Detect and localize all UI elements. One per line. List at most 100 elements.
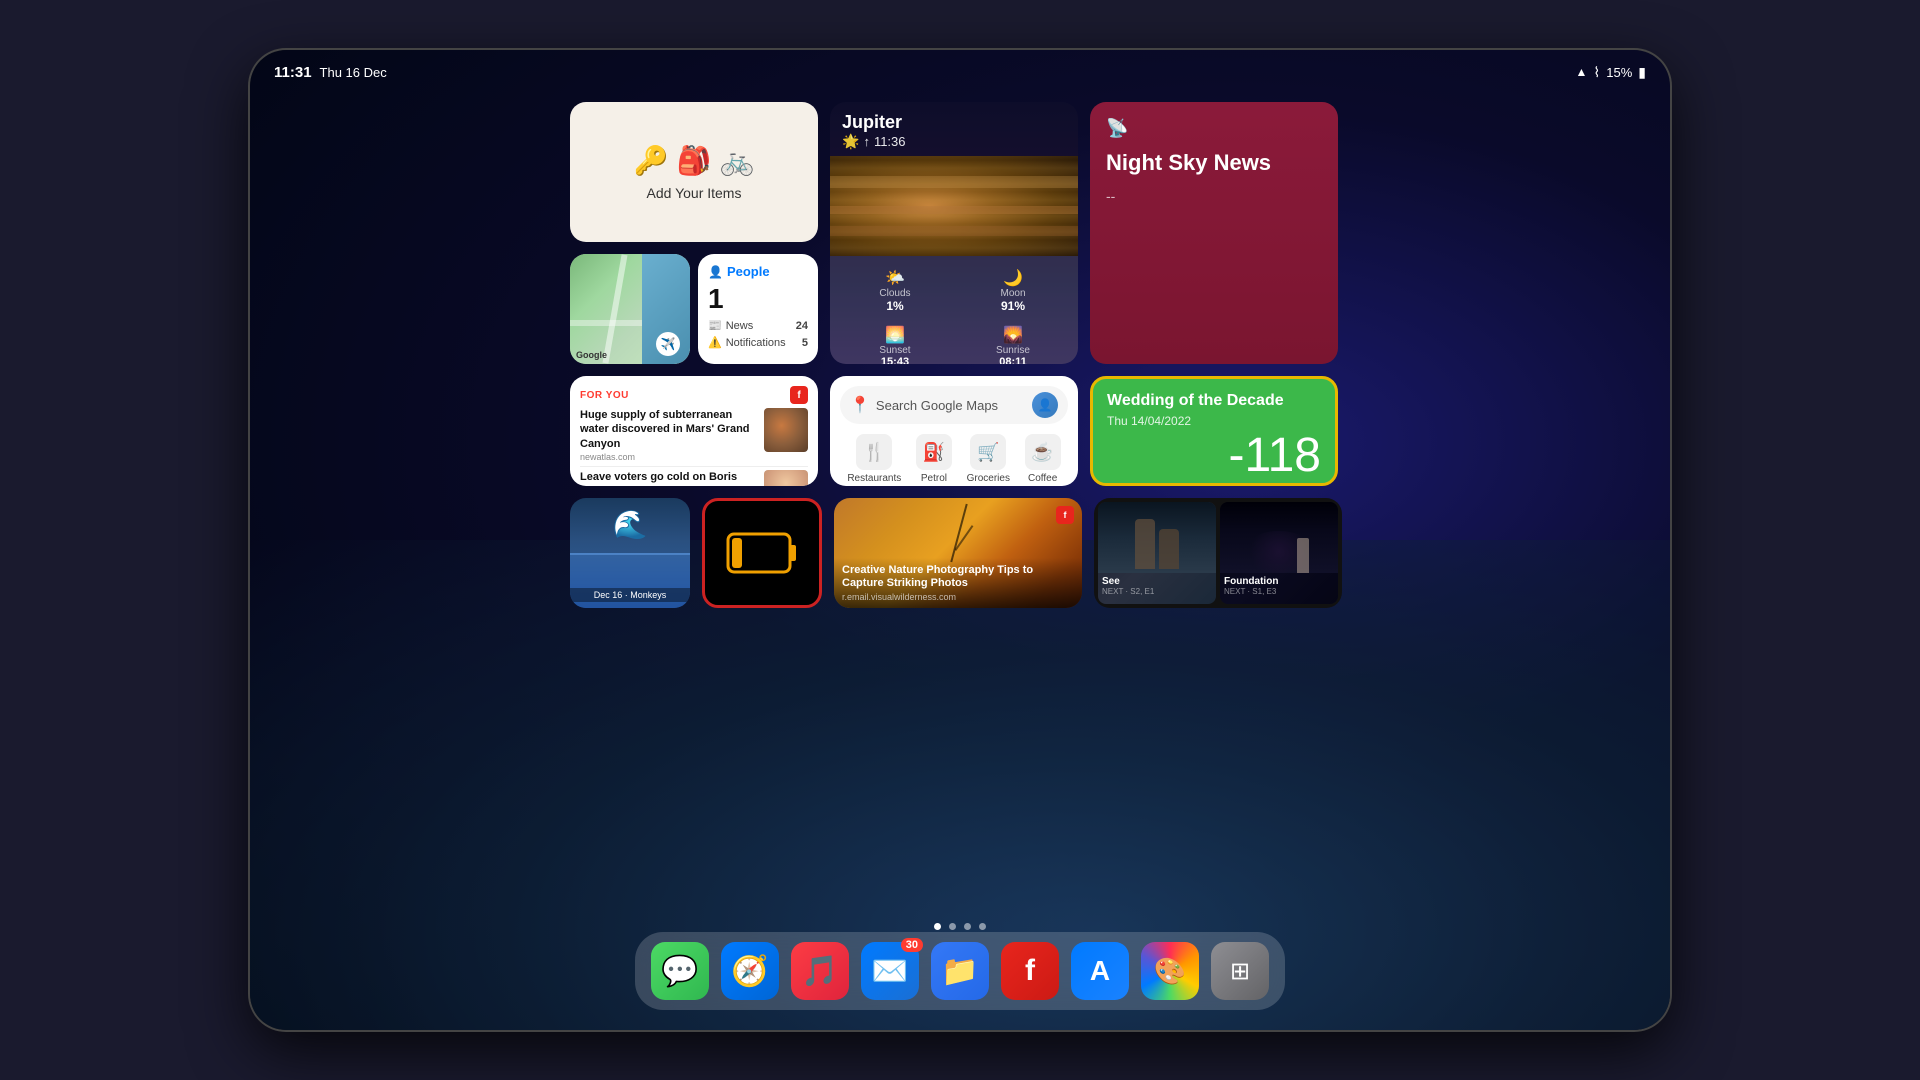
see-show-title: See [1102,576,1212,587]
widget-jupiter-weather[interactable]: Jupiter 🌟 ↑ 11:36 [830,102,1078,364]
jupiter-time-row: 🌟 ↑ 11:36 [842,133,1066,150]
sunrise-icon: 🌄 [960,325,1066,345]
page-dot-3 [964,923,971,930]
page-dot-1 [934,923,941,930]
see-show-next: NEXT · S2, E1 [1102,587,1212,596]
foundation-show-info: Foundation NEXT · S1, E3 [1220,573,1338,599]
jupiter-header: Jupiter 🌟 ↑ 11:36 [830,102,1078,156]
see-figure-1 [1135,519,1155,569]
photo-overlay: Creative Nature Photography Tips to Capt… [834,558,1082,608]
news-article-2-title: Leave voters go cold on Boris Johnson's … [580,470,758,486]
row-1: 🔑 🎒 🚲 Add Your Items [570,102,1350,364]
people-notif-item: ⚠️ Notifications 5 [708,336,808,349]
maps-cat-petrol[interactable]: ⛽ Petrol [916,434,952,484]
news-article-1: Huge supply of subterranean water discov… [580,408,808,462]
people-news-item: 📰 News 24 [708,319,808,332]
content-area: 🔑 🎒 🚲 Add Your Items [250,102,1670,608]
dock-app-appstore[interactable]: A [1071,942,1129,1000]
people-notif-label: Notifications [726,337,786,349]
moon-icon: 🌙 [960,268,1066,288]
dock-app-screensnap[interactable]: ⊞ [1211,942,1269,1000]
reminder-splash: 🌊 [570,508,690,541]
maps-search-bar[interactable]: 📍 Search Google Maps 👤 [840,386,1068,424]
dock-app-messages[interactable]: 💬 [651,942,709,1000]
screensnap-icon: ⊞ [1230,957,1250,986]
widget-people[interactable]: 👤 People 1 📰 News 24 [698,254,818,364]
status-date: Thu 16 Dec [320,65,387,80]
col-1: 🔑 🎒 🚲 Add Your Items [570,102,818,364]
widget-maps-search[interactable]: 📍 Search Google Maps 👤 🍴 Restaurants ⛽ P… [830,376,1078,486]
maps-cat-coffee[interactable]: ☕ Coffee [1025,434,1061,484]
dock-app-files[interactable]: 📁 [931,942,989,1000]
sun-icon: 🌟 [842,133,859,150]
files-icon: 📁 [941,954,978,989]
battery-percent: 15% [1606,65,1632,80]
widget-calendar[interactable]: Wedding of the Decade Thu 14/04/2022 -11… [1090,376,1338,486]
mars-thumbnail [764,408,808,452]
dock-app-flipboard[interactable]: f [1001,942,1059,1000]
people-notif-count: 5 [802,337,808,349]
maps-road-1 [602,254,627,363]
jupiter-image [830,156,1078,256]
groceries-label: Groceries [967,473,1010,484]
widget-night-sky[interactable]: 📡 Night Sky News -- [1090,102,1338,364]
news-divider [580,466,808,467]
widget-battery[interactable] [702,498,822,608]
add-items-icons: 🔑 🎒 🚲 [634,144,755,177]
maps-pin-icon: 📍 [850,395,870,415]
dock-app-music[interactable]: 🎵 [791,942,849,1000]
messages-icon: 💬 [661,954,698,989]
notif-icon: ⚠️ [708,336,722,349]
groceries-icon: 🛒 [970,434,1006,470]
moon-pct: 91% [960,299,1066,313]
signal-icon: ▲ [1576,65,1588,79]
clouds-label: Clouds [842,288,948,299]
color-icon: 🎨 [1154,956,1186,987]
people-news-label: News [726,320,754,332]
jupiter-planet-name: Jupiter [842,112,1066,133]
maps-search-placeholder: Search Google Maps [876,398,1026,413]
dock: 💬 🧭 🎵 ✉️ 30 📁 f [635,932,1285,1010]
maps-cat-restaurants[interactable]: 🍴 Restaurants [847,434,901,484]
mail-icon: ✉️ [871,954,908,989]
coffee-label: Coffee [1028,473,1057,484]
weather-details: 🌤️ Clouds 1% 🌙 Moon 91% 🌅 Sunset [830,256,1078,364]
sunrise-time: 08:11 [960,356,1066,364]
dock-app-mail[interactable]: ✉️ 30 [861,942,919,1000]
safari-icon: 🧭 [731,954,768,989]
music-icon: 🎵 [801,954,838,989]
dock-app-color[interactable]: 🎨 [1141,942,1199,1000]
page-dots [934,923,986,930]
widget-photo-tips[interactable]: f Creative Nature Photography Tips to Ca… [834,498,1082,608]
clouds-icon: 🌤️ [842,268,948,288]
appstore-icon: A [1090,955,1110,987]
widget-news[interactable]: FOR YOU f Huge supply of subterranean wa… [570,376,818,486]
maps-google-label: Google [576,350,607,360]
clouds-pct: 1% [842,299,948,313]
maps-cat-groceries[interactable]: 🛒 Groceries [967,434,1010,484]
moon-detail: 🌙 Moon 91% [956,264,1070,317]
news-article-2-content: Leave voters go cold on Boris Johnson's … [580,470,758,486]
widget-maps-mini[interactable]: ✈️ Google [570,254,690,364]
foundation-show-title: Foundation [1224,576,1334,587]
widget-reminder[interactable]: 🌊 Dec 16 · Monkeys [570,498,690,608]
jupiter-band-1 [830,176,1078,188]
coffee-icon: ☕ [1025,434,1061,470]
news-article-1-title: Huge supply of subterranean water discov… [580,408,758,451]
status-time-date: 11:31 Thu 16 Dec [274,64,387,81]
tv-show-foundation[interactable]: Foundation NEXT · S1, E3 [1220,502,1338,604]
widget-add-items[interactable]: 🔑 🎒 🚲 Add Your Items [570,102,818,242]
jupiter-time: 11:36 [874,134,906,149]
people-notif-left: ⚠️ Notifications [708,336,786,349]
news-for-you: FOR YOU [580,390,629,401]
night-sky-dash: -- [1106,188,1322,204]
widget-apple-tv[interactable]: tv See NEXT · S2, E1 [1094,498,1342,608]
photo-flipboard-badge: f [1056,506,1074,524]
dock-app-safari[interactable]: 🧭 [721,942,779,1000]
tv-show-see[interactable]: See NEXT · S2, E1 [1098,502,1216,604]
wifi-icon: ⌇ [1593,64,1600,81]
add-items-icon-2: 🎒 [677,144,712,177]
jupiter-band-3 [830,226,1078,236]
maps-pin: ✈️ [656,332,680,356]
calendar-days-count: -118 [1107,432,1321,480]
